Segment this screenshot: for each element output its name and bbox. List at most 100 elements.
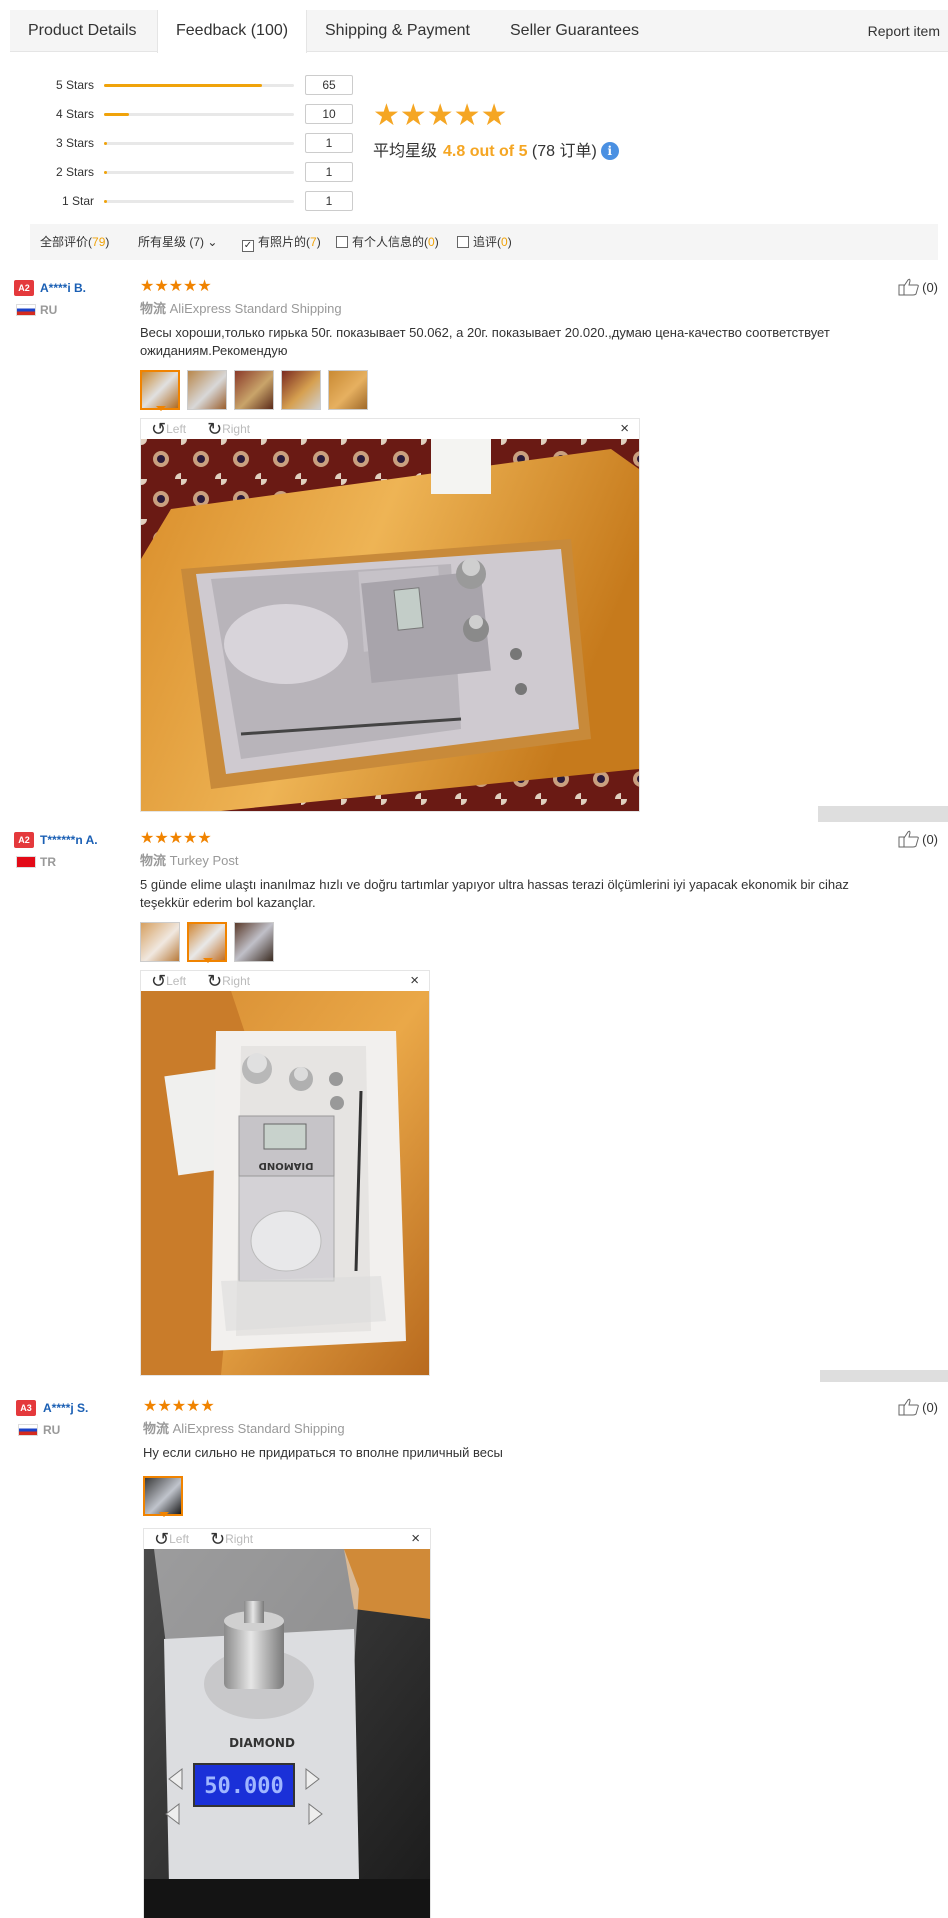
photo-thumbnail[interactable] (234, 922, 274, 962)
filter-followup-count: 0 (501, 235, 508, 249)
rotate-left-button[interactable]: ↺Left (151, 419, 186, 439)
scale-photo-2: DIAMOND (141, 991, 429, 1375)
rating-bar (104, 200, 294, 203)
tab-seller-guarantees[interactable]: Seller Guarantees (492, 10, 657, 52)
rating-row-3: 3 Stars 1 (30, 133, 360, 153)
rotate-right-button[interactable]: ↻Right (210, 1529, 253, 1549)
rotate-right-button[interactable]: ↻Right (207, 419, 250, 439)
rating-bar (104, 171, 294, 174)
buyer-country: TR (40, 855, 56, 869)
tab-feedback[interactable]: Feedback (100) (157, 10, 308, 53)
rotate-right-icon: ↻ (210, 1529, 226, 1549)
flag-ru-icon (16, 304, 36, 316)
rating-count[interactable]: 10 (305, 104, 353, 124)
rotate-right-label: Right (222, 974, 251, 988)
average-value: 4.8 out of 5 (443, 143, 528, 160)
rating-count[interactable]: 1 (305, 162, 353, 182)
rating-row-1: 1 Star 1 (30, 191, 360, 211)
thumbs-up-icon (898, 278, 919, 296)
scroll-indicator (820, 1370, 948, 1382)
average-rating: 平均星级 4.8 out of 5 (78 订单) i (373, 140, 619, 164)
buyer-name[interactable]: A****j S. (43, 1400, 88, 1416)
scroll-indicator (818, 806, 948, 822)
buyer-country: RU (40, 303, 58, 317)
review-stars: ★★★★★ (140, 278, 212, 295)
chevron-down-icon: ⌄ (207, 235, 218, 249)
photo-thumbnail[interactable] (281, 370, 321, 410)
photo-thumbnail[interactable] (187, 370, 227, 410)
rating-count[interactable]: 1 (305, 133, 353, 153)
rating-bar-fill (104, 200, 107, 203)
rotate-left-label: Left (169, 1532, 190, 1546)
logistics-method: Turkey Post (169, 853, 239, 868)
filter-all[interactable]: 全部评价(79) (40, 224, 109, 260)
review-text: Ну если сильно не придираться то вполне … (143, 1445, 503, 1460)
buyer-level-badge: A2 (14, 280, 34, 296)
filter-all-label: 全部评价 (40, 235, 89, 249)
rating-bar-fill (104, 84, 262, 87)
tab-product-details[interactable]: Product Details (10, 10, 155, 52)
review-logistics: 物流 AliExpress Standard Shipping (143, 1420, 345, 1438)
buyer-level-badge: A2 (14, 832, 34, 848)
buyer-name[interactable]: T******n A. (40, 832, 98, 848)
rotate-right-label: Right (225, 1532, 254, 1546)
rating-label: 2 Stars (55, 165, 94, 179)
photo-thumbnail[interactable] (187, 922, 227, 963)
review-text: 5 günde elime ulaştı inanılmaz hızlı ve … (140, 877, 849, 910)
filter-photo-label: 有照片的 (258, 235, 307, 249)
info-icon[interactable]: i (600, 142, 619, 160)
rating-label: 5 Stars (55, 78, 94, 92)
tab-shipping-payment[interactable]: Shipping & Payment (307, 10, 488, 52)
rating-bar-fill (104, 171, 107, 174)
filter-personal-label: 有个人信息的 (352, 235, 425, 249)
checkbox-icon[interactable] (457, 236, 469, 248)
close-icon[interactable]: × (410, 971, 419, 991)
rating-row-4: 4 Stars 10 (30, 104, 360, 124)
flag-ru-icon (18, 1424, 38, 1436)
buyer-name[interactable]: A****i B. (40, 280, 86, 296)
photo-viewer-toolbar: ↺Left ↻Right × (141, 419, 639, 439)
rotate-left-icon: ↺ (151, 971, 167, 991)
rating-count[interactable]: 65 (305, 75, 353, 95)
flag-tr-icon (16, 856, 36, 868)
logistics-method: AliExpress Standard Shipping (172, 1421, 345, 1436)
helpful-button[interactable]: (0) (898, 1398, 938, 1418)
report-item-link[interactable]: Report item (868, 10, 940, 52)
rating-bar (104, 84, 294, 87)
filter-stars-label: 所有星级 (7) (138, 235, 205, 249)
rating-row-5: 5 Stars 65 (30, 75, 360, 95)
close-icon[interactable]: × (411, 1529, 420, 1549)
order-count: (78 订单) (531, 143, 597, 160)
rating-bar-fill (104, 142, 107, 145)
filter-photo-count: 7 (310, 235, 317, 249)
helpful-button[interactable]: (0) (898, 830, 938, 850)
rotate-left-icon: ↺ (151, 419, 167, 439)
review-photo: DIAMOND (141, 991, 429, 1375)
photo-viewer: ↺Left ↻Right × (140, 418, 640, 812)
buyer-level-badge: A3 (16, 1400, 36, 1416)
review-stars: ★★★★★ (140, 830, 212, 847)
rating-count[interactable]: 1 (305, 191, 353, 211)
rotate-left-icon: ↺ (154, 1529, 170, 1549)
filter-stars-select[interactable]: 所有星级 (7) ⌄ (138, 224, 217, 260)
filter-followup-label: 追评 (473, 235, 498, 249)
filter-personal[interactable]: 有个人信息的(0) (336, 224, 439, 260)
photo-thumbnail[interactable] (140, 922, 180, 962)
photo-thumbnail[interactable] (328, 370, 368, 410)
rotate-left-button[interactable]: ↺Left (151, 971, 186, 991)
filter-followup[interactable]: 追评(0) (457, 224, 512, 260)
checkbox-icon[interactable] (336, 236, 348, 248)
checkbox-icon[interactable]: ✓ (242, 240, 254, 252)
photo-thumbnail[interactable] (234, 370, 274, 410)
photo-thumbnail[interactable] (140, 370, 180, 411)
filter-photo[interactable]: ✓ 有照片的(7) (242, 224, 321, 260)
rating-label: 4 Stars (55, 107, 94, 121)
photo-viewer: ↺Left ↻Right × (140, 970, 430, 1376)
rotate-right-button[interactable]: ↻Right (207, 971, 250, 991)
scale-brand-text: DIAMOND (259, 1160, 314, 1171)
helpful-button[interactable]: (0) (898, 278, 938, 298)
close-icon[interactable]: × (620, 419, 629, 439)
photo-thumbnail[interactable] (143, 1476, 183, 1517)
filter-personal-count: 0 (428, 235, 435, 249)
rotate-left-button[interactable]: ↺Left (154, 1529, 189, 1549)
